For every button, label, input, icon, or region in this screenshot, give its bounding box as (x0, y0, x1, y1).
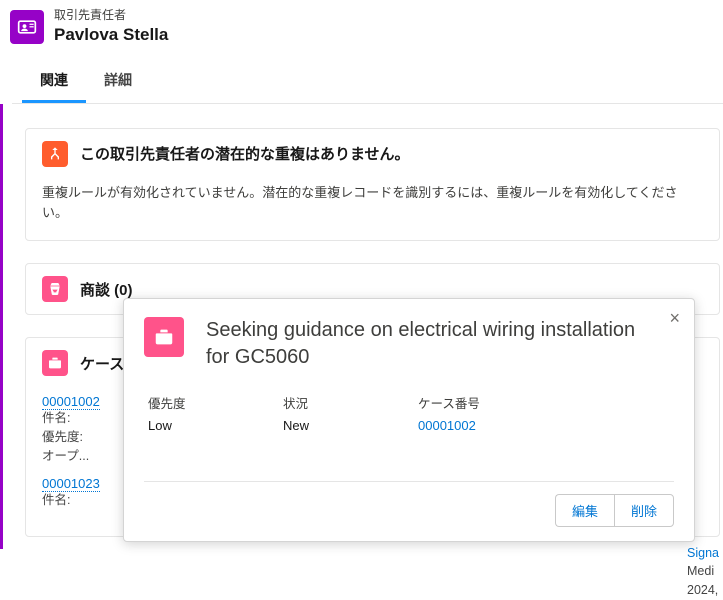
case-number-link[interactable]: 00001023 (42, 476, 100, 492)
opportunity-title: 商談 (0) (80, 279, 133, 300)
close-icon[interactable]: × (665, 307, 684, 329)
duplicate-card: この取引先責任者の潜在的な重複はありません。 重複ルールが有効化されていません。… (25, 128, 720, 242)
case-icon (42, 350, 68, 376)
opportunity-icon (42, 276, 68, 302)
partial-text: Medi (687, 562, 723, 581)
duplicate-description: 重複ルールが有効化されていません。潜在的な重複レコードを識別するには、重複ルール… (42, 183, 703, 225)
record-name: Pavlova Stella (54, 24, 168, 46)
popover-title: Seeking guidance on electrical wiring in… (206, 317, 636, 371)
partial-text: 2024, (687, 581, 723, 600)
tab-related[interactable]: 関連 (22, 60, 86, 103)
object-label: 取引先責任者 (54, 8, 168, 24)
duplicate-title: この取引先責任者の潜在的な重複はありません。 (80, 143, 410, 164)
partial-link[interactable]: Signa (687, 544, 723, 563)
merge-icon (42, 141, 68, 167)
case-icon (144, 317, 184, 357)
field-label: 優先度 (148, 393, 283, 412)
case-number-link[interactable]: 00001002 (42, 394, 100, 410)
field-priority: 優先度 Low (148, 393, 283, 433)
delete-button[interactable]: 削除 (614, 494, 674, 527)
field-value: New (283, 418, 418, 433)
case-title: ケース (80, 353, 124, 374)
field-label: ケース番号 (418, 393, 553, 412)
field-case-number: ケース番号 00001002 (418, 393, 553, 433)
tab-detail[interactable]: 詳細 (86, 60, 150, 103)
edit-button[interactable]: 編集 (555, 494, 614, 527)
field-label: 状況 (283, 393, 418, 412)
record-header: 取引先責任者 Pavlova Stella (0, 0, 723, 60)
case-number-link[interactable]: 00001002 (418, 418, 553, 433)
right-column-partial: Signa Medi 2024, (687, 544, 723, 600)
tab-bar: 関連 詳細 (12, 60, 723, 104)
contact-icon (10, 10, 44, 44)
case-preview-popover: × Seeking guidance on electrical wiring … (123, 298, 695, 542)
field-value: Low (148, 418, 283, 433)
field-status: 状況 New (283, 393, 418, 433)
